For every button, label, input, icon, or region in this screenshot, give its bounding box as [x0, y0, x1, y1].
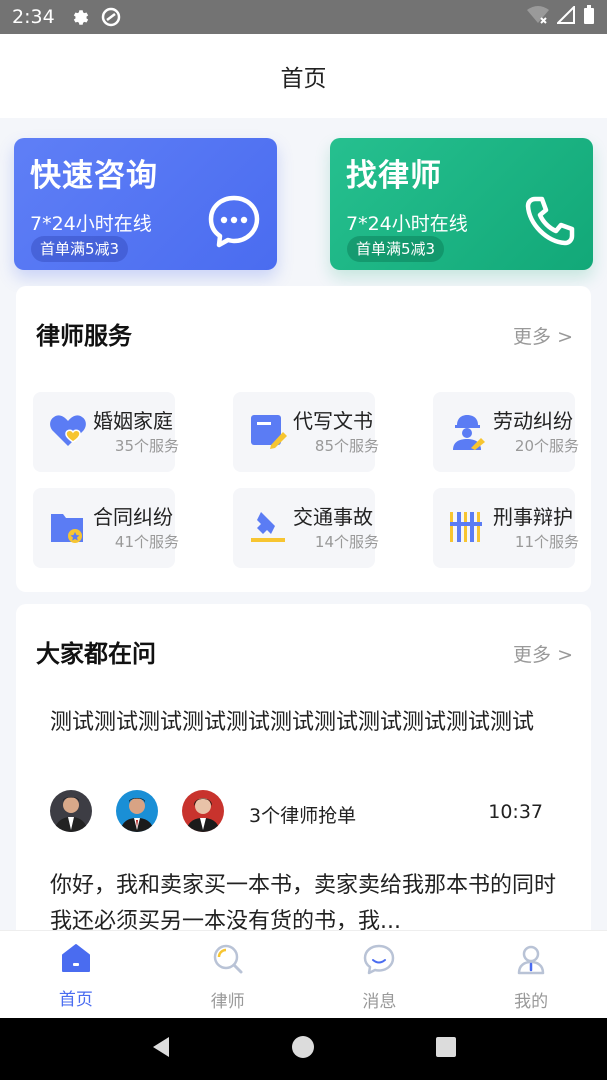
find-lawyer-card[interactable]: 找律师 7*24小时在线 首单满5减3: [330, 138, 593, 270]
back-icon[interactable]: [149, 1035, 173, 1063]
tab-label: 消息: [362, 992, 397, 1012]
page-header: 首页: [0, 34, 607, 118]
quick-consult-badge: 首单满5减3: [31, 236, 129, 262]
tab-profile[interactable]: 我的: [455, 931, 607, 1018]
question-time: 10:37: [488, 801, 543, 823]
sync-icon: [101, 7, 121, 27]
find-lawyer-badge: 首单满5减3: [347, 236, 445, 262]
prison-bars-icon: [449, 508, 487, 546]
bottom-tab-bar: 首页 律师 消息 我的: [0, 930, 607, 1018]
message-icon: [363, 943, 395, 979]
service-count: 85个服务: [314, 437, 379, 455]
contract-folder-icon: [49, 508, 87, 546]
questions-panel: 大家都在问 更多 > 测试测试测试测试测试测试测试测试测试测试测试 3个律师抢单…: [16, 604, 591, 930]
service-name: 交通事故: [293, 505, 373, 529]
profile-icon: [515, 943, 547, 979]
heart-icon: [49, 412, 87, 450]
phone-icon: [523, 194, 577, 252]
document-pen-icon: [249, 412, 287, 450]
service-count: 35个服务: [114, 437, 179, 455]
questions-more-link[interactable]: 更多 >: [513, 640, 573, 667]
home-icon: [61, 943, 91, 977]
quick-consult-card[interactable]: 快速咨询 7*24小时在线 首单满5减3: [14, 138, 277, 270]
status-time: 2:34: [12, 6, 55, 28]
home-circle-icon[interactable]: [291, 1035, 315, 1063]
question-title[interactable]: 测试测试测试测试测试测试测试测试测试测试测试: [50, 704, 560, 741]
service-count: 20个服务: [514, 437, 579, 455]
home-content[interactable]: 快速咨询 7*24小时在线 首单满5减3 找律师 7*24小时在线 首单满5减3…: [0, 118, 607, 930]
traffic-accident-icon: [249, 508, 287, 546]
lawyer-avatars: [50, 790, 224, 832]
questions-title: 大家都在问: [36, 640, 156, 668]
lawyer-services-title: 律师服务: [36, 322, 132, 350]
quick-consult-title: 快速咨询: [30, 158, 158, 194]
tab-label: 我的: [514, 992, 549, 1012]
service-name: 劳动纠纷: [493, 409, 573, 433]
tab-messages[interactable]: 消息: [304, 931, 456, 1018]
question-body[interactable]: 你好，我和卖家买一本书，卖家卖给我那本书的同时我还必须买另一本没有货的书，我..…: [50, 868, 560, 930]
lawyers-grab-count: 3个律师抢单: [249, 805, 357, 827]
find-lawyer-title: 找律师: [346, 158, 442, 194]
service-contract-dispute[interactable]: 合同纠纷 41个服务: [33, 488, 179, 568]
system-nav-bar: [0, 1018, 607, 1080]
service-count: 14个服务: [314, 533, 379, 551]
tab-home[interactable]: 首页: [0, 931, 152, 1018]
lawyer-avatar[interactable]: [182, 790, 224, 832]
cellular-signal-icon: [555, 4, 575, 29]
service-count: 11个服务: [514, 533, 579, 551]
service-count: 41个服务: [114, 533, 179, 551]
tab-label: 律师: [210, 992, 245, 1012]
service-criminal-defense[interactable]: 刑事辩护 11个服务: [433, 488, 579, 568]
page-title: 首页: [280, 66, 327, 92]
lawyer-avatar[interactable]: [116, 790, 158, 832]
battery-icon: [583, 4, 595, 30]
service-traffic-accident[interactable]: 交通事故 14个服务: [233, 488, 379, 568]
service-name: 婚姻家庭: [93, 409, 173, 433]
service-name: 合同纠纷: [93, 505, 173, 529]
service-name: 刑事辩护: [493, 505, 573, 529]
settings-gear-icon: [71, 7, 91, 27]
lawyer-services-more-link[interactable]: 更多 >: [513, 322, 573, 349]
lawyer-avatar[interactable]: [50, 790, 92, 832]
service-name: 代写文书: [293, 409, 373, 433]
tab-lawyer[interactable]: 律师: [152, 931, 304, 1018]
wifi-icon: [527, 5, 549, 29]
lawyer-search-icon: [212, 943, 244, 979]
recent-apps-icon[interactable]: [434, 1035, 458, 1063]
status-bar: 2:34: [0, 0, 607, 34]
service-labor-dispute[interactable]: 劳动纠纷 20个服务: [433, 392, 579, 472]
service-marriage-family[interactable]: 婚姻家庭 35个服务: [33, 392, 179, 472]
chat-bubble-icon: [207, 194, 261, 252]
tab-label: 首页: [58, 990, 93, 1010]
lawyer-services-panel: 律师服务 更多 > 婚姻家庭 35个服务 代写文书 85个服务 劳动纠纷 20个…: [16, 286, 591, 592]
worker-icon: [449, 412, 487, 450]
service-document-writing[interactable]: 代写文书 85个服务: [233, 392, 379, 472]
